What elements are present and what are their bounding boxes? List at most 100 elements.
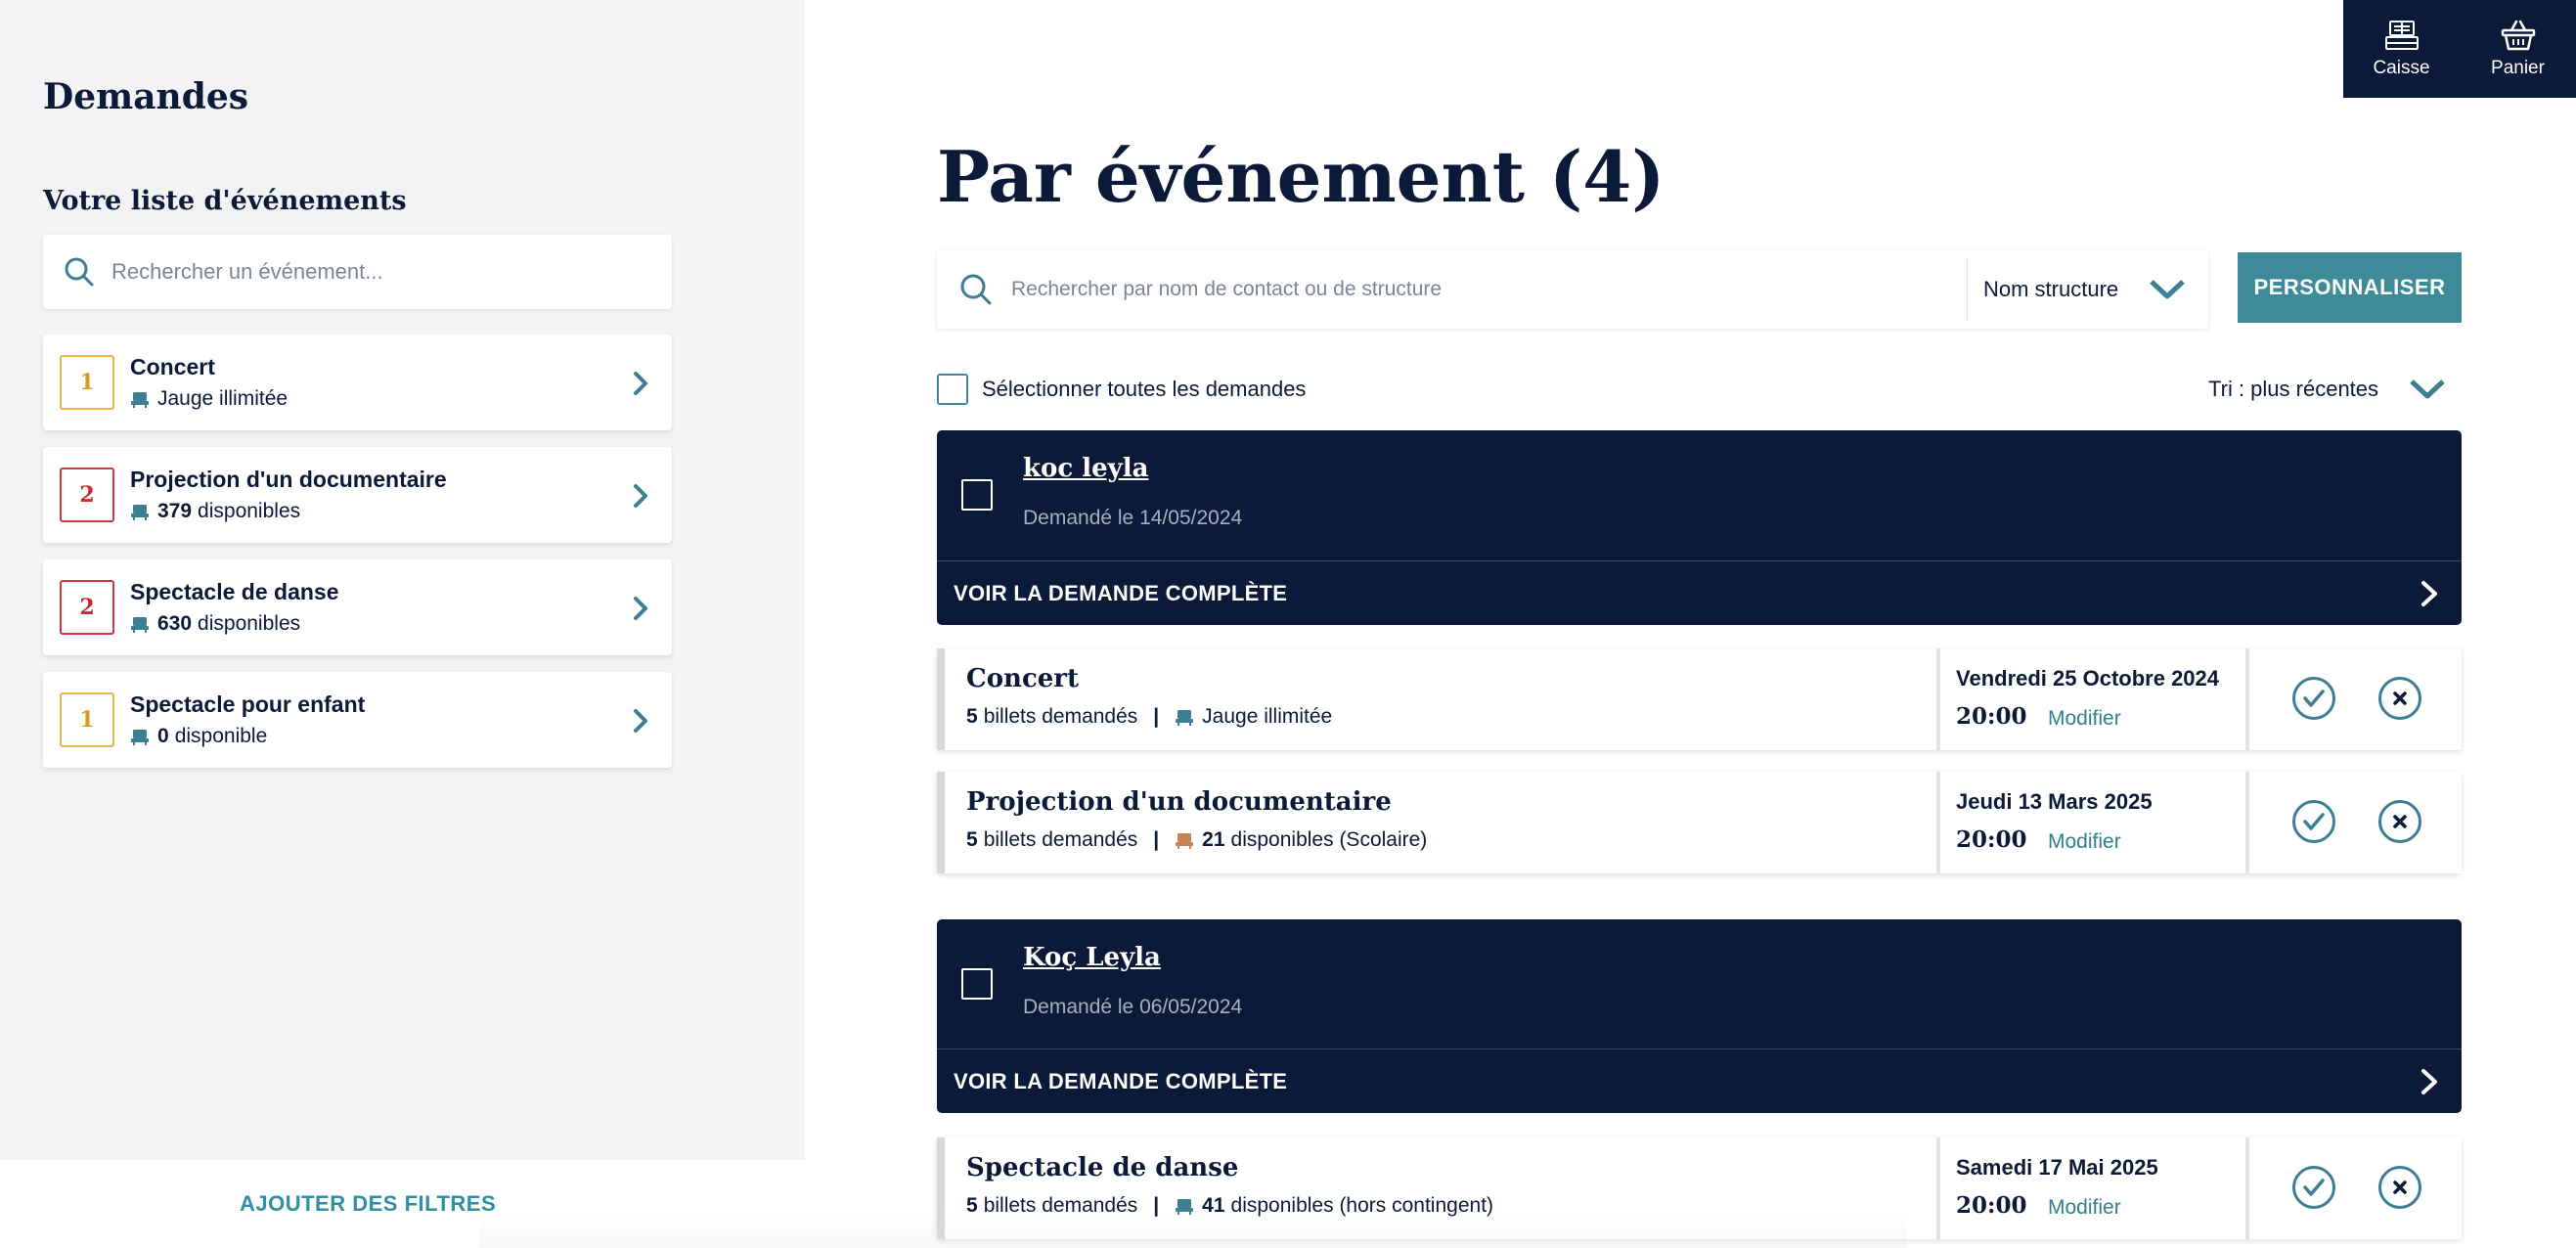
select-all-row: Sélectionner toutes les demandes <box>937 374 1306 405</box>
seat-icon <box>131 617 149 633</box>
top-nav: Caisse Panier <box>2343 0 2576 98</box>
customize-button[interactable]: PERSONNALISER <box>2238 252 2462 323</box>
separator: | <box>1153 1194 1160 1217</box>
request-date: Demandé le 06/05/2024 <box>1023 996 1243 1018</box>
seat-icon <box>1176 710 1194 726</box>
panier-button[interactable]: Panier <box>2460 0 2576 98</box>
event-item-projection[interactable]: 2 Projection d'un documentaire 379 dispo… <box>43 447 672 543</box>
capacity-text: disponibles <box>198 612 301 635</box>
request-event-name: Projection d'un documentaire <box>966 787 1392 817</box>
request-item: Spectacle de danse 5 billets demandés | … <box>937 1137 2462 1239</box>
contact-name-link[interactable]: Koç Leyla <box>1023 943 1161 972</box>
request-info: 5 billets demandés | Jauge illimitée <box>966 705 1332 729</box>
capacity-text: disponibles <box>198 500 301 522</box>
accept-check-icon[interactable] <box>2291 1165 2336 1210</box>
tickets-text: billets demandés <box>983 705 1138 728</box>
divider <box>2245 648 2249 750</box>
event-item-concert[interactable]: 1 Concert Jauge illimitée <box>43 334 672 430</box>
cash-register-icon <box>2384 21 2419 50</box>
tickets-number: 5 <box>966 1194 978 1217</box>
capacity-text: disponibles (hors contingent) <box>1230 1194 1494 1217</box>
modify-link[interactable]: Modifier <box>2048 1196 2121 1220</box>
capacity-number: 630 <box>157 612 193 635</box>
event-name: Projection d'un documentaire <box>130 467 447 492</box>
request-checkbox[interactable] <box>961 479 993 511</box>
caisse-button[interactable]: Caisse <box>2343 0 2460 98</box>
modify-link[interactable]: Modifier <box>2048 707 2121 731</box>
request-item: Projection d'un documentaire 5 billets d… <box>937 772 2462 873</box>
event-capacity: 630 disponibles <box>130 612 300 636</box>
event-capacity: Jauge illimitée <box>130 387 288 411</box>
sort-select[interactable]: Tri : plus récentes <box>2208 374 2447 405</box>
seat-icon <box>131 730 149 745</box>
sort-label: Tri : plus récentes <box>2208 377 2379 401</box>
capacity-text: Jauge illimitée <box>157 387 289 410</box>
seat-icon <box>1176 1199 1194 1215</box>
capacity-text: disponibles (Scolaire) <box>1230 828 1428 851</box>
separator: | <box>1153 705 1160 728</box>
sidebar-title: Demandes <box>43 76 249 117</box>
search-icon <box>960 274 992 305</box>
modify-link[interactable]: Modifier <box>2048 830 2121 854</box>
search-icon <box>65 257 94 287</box>
divider <box>2245 772 2249 873</box>
accept-check-icon[interactable] <box>2291 676 2336 721</box>
capacity-number: 41 <box>1202 1194 1225 1217</box>
session-time: 20:00 <box>1956 703 2027 730</box>
seat-icon <box>131 392 149 408</box>
sidebar: Demandes Votre liste d'événements 1 Conc… <box>0 0 805 1248</box>
session-date: Jeudi 13 Mars 2025 <box>1956 789 2153 814</box>
reject-x-icon[interactable] <box>2377 799 2422 844</box>
chevron-right-icon <box>634 484 647 508</box>
view-full-request-label: VOIR LA DEMANDE COMPLÈTE <box>954 1068 1288 1093</box>
event-search-box[interactable] <box>43 235 672 309</box>
tickets-text: billets demandés <box>983 828 1138 851</box>
divider <box>1936 772 1940 873</box>
chevron-right-icon <box>2421 581 2437 606</box>
divider <box>1936 648 1940 750</box>
contact-search-input[interactable] <box>1011 278 1940 301</box>
reject-x-icon[interactable] <box>2377 676 2422 721</box>
chevron-right-icon <box>2421 1069 2437 1094</box>
divider <box>1936 1137 1940 1239</box>
request-header: Koç Leyla Demandé le 06/05/2024 <box>937 919 2462 1050</box>
search-filter-value: Nom structure <box>1983 277 2119 301</box>
search-filter-select[interactable]: Nom structure <box>1983 250 2187 329</box>
contact-name-link[interactable]: koc leyla <box>1023 454 1149 483</box>
tickets-number: 5 <box>966 705 978 728</box>
caisse-label: Caisse <box>2373 58 2430 78</box>
chevron-right-icon <box>634 709 647 733</box>
session-date: Samedi 17 Mai 2025 <box>1956 1155 2158 1180</box>
sidebar-footer: AJOUTER DES FILTRES <box>0 1160 805 1248</box>
capacity-text: Jauge illimitée <box>1202 705 1333 728</box>
request-item: Concert 5 billets demandés | Jauge illim… <box>937 648 2462 750</box>
event-search-input[interactable] <box>111 259 659 285</box>
panier-label: Panier <box>2491 58 2545 78</box>
page-title: Par événement (4) <box>937 135 1666 218</box>
capacity-number: 0 <box>157 725 169 747</box>
add-filters-button[interactable]: AJOUTER DES FILTRES <box>240 1191 496 1217</box>
view-full-request-link[interactable]: VOIR LA DEMANDE COMPLÈTE <box>937 560 2462 625</box>
divider <box>2245 1137 2249 1239</box>
event-item-danse[interactable]: 2 Spectacle de danse 630 disponibles <box>43 559 672 655</box>
event-name: Spectacle pour enfant <box>130 691 366 717</box>
select-all-label: Sélectionner toutes les demandes <box>982 377 1307 401</box>
accept-check-icon[interactable] <box>2291 799 2336 844</box>
event-capacity: 0 disponible <box>130 725 267 748</box>
request-checkbox[interactable] <box>961 968 993 1000</box>
session-time: 20:00 <box>1956 1192 2027 1219</box>
sidebar-subtitle: Votre liste d'événements <box>43 186 407 216</box>
chevron-right-icon <box>634 372 647 395</box>
event-item-enfant[interactable]: 1 Spectacle pour enfant 0 disponible <box>43 672 672 768</box>
event-count-badge: 1 <box>60 355 114 410</box>
select-all-checkbox[interactable] <box>937 374 968 405</box>
request-header: koc leyla Demandé le 14/05/2024 <box>937 430 2462 561</box>
capacity-number: 21 <box>1202 828 1225 851</box>
event-count-badge: 1 <box>60 692 114 747</box>
reject-x-icon[interactable] <box>2377 1165 2422 1210</box>
request-event-name: Spectacle de danse <box>966 1153 1239 1182</box>
view-full-request-link[interactable]: VOIR LA DEMANDE COMPLÈTE <box>937 1048 2462 1113</box>
divider <box>1967 258 1968 321</box>
separator: | <box>1153 828 1160 851</box>
request-info: 5 billets demandés | 21 disponibles (Sco… <box>966 828 1427 852</box>
